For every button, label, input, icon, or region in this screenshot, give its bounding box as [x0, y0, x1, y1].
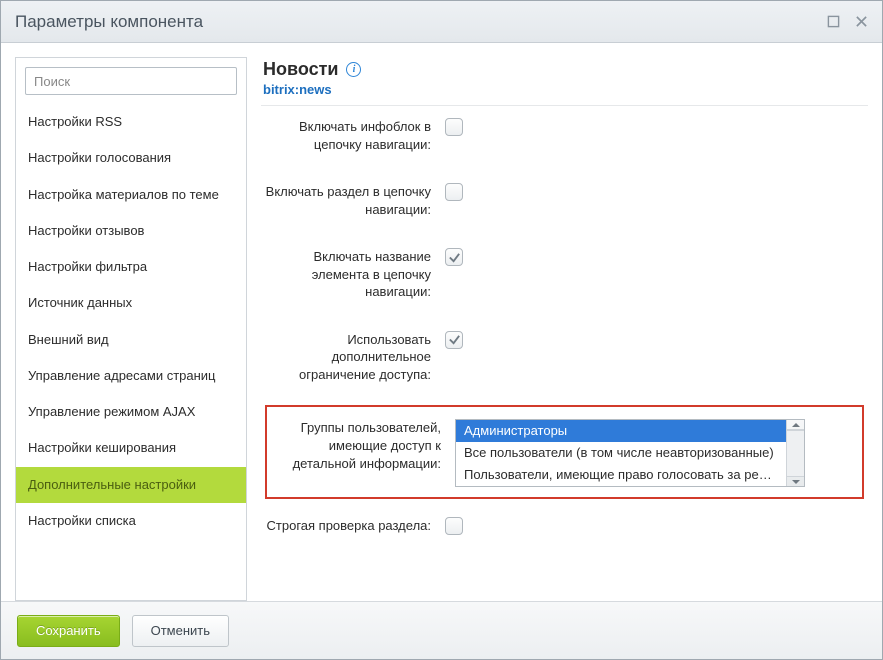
list-item[interactable]: Все пользователи (в том числе неавторизо…: [456, 442, 786, 464]
param-row-add-section: Включать раздел в цепочку навигации:: [265, 181, 864, 218]
groups-multiselect[interactable]: Администраторы Все пользователи (в том ч…: [455, 419, 805, 487]
sidebar-item-filter[interactable]: Настройки фильтра: [16, 249, 246, 285]
groups-list[interactable]: Администраторы Все пользователи (в том ч…: [456, 420, 786, 486]
window-title: Параметры компонента: [15, 12, 203, 32]
checkbox-add-iblock[interactable]: [445, 118, 463, 136]
sidebar-item-ajax[interactable]: Управление режимом AJAX: [16, 394, 246, 430]
scroll-down-icon[interactable]: [787, 477, 804, 486]
param-control: Администраторы Все пользователи (в том ч…: [455, 417, 854, 487]
param-control: [445, 181, 864, 204]
scroll-track[interactable]: [787, 430, 804, 477]
sidebar-item-cache[interactable]: Настройки кеширования: [16, 430, 246, 466]
main-header: Новости i bitrix:news: [261, 57, 868, 105]
sidebar-item-additional[interactable]: Дополнительные настройки: [16, 467, 246, 503]
checkbox-add-section[interactable]: [445, 183, 463, 201]
page-heading: Новости i: [263, 59, 866, 80]
sidebar-item-related[interactable]: Настройка материалов по теме: [16, 177, 246, 213]
param-label: Использовать дополнительное ограничение …: [265, 329, 445, 384]
component-code: bitrix:news: [263, 82, 866, 97]
dialog-window: Параметры компонента Настройки RSS Настр…: [0, 0, 883, 660]
cancel-button[interactable]: Отменить: [132, 615, 229, 647]
sidebar: Настройки RSS Настройки голосования Наст…: [15, 57, 247, 601]
sidebar-item-appearance[interactable]: Внешний вид: [16, 322, 246, 358]
save-button[interactable]: Сохранить: [17, 615, 120, 647]
param-label: Включать название элемента в цепочку нав…: [265, 246, 445, 301]
page-heading-text: Новости: [263, 59, 338, 80]
sidebar-item-rss[interactable]: Настройки RSS: [16, 104, 246, 140]
sidebar-item-reviews[interactable]: Настройки отзывов: [16, 213, 246, 249]
scroll-up-icon[interactable]: [787, 420, 804, 430]
main: Новости i bitrix:news Включать инфоблок …: [261, 57, 868, 601]
sidebar-item-sef[interactable]: Управление адресами страниц: [16, 358, 246, 394]
search-input[interactable]: [25, 67, 237, 95]
list-item[interactable]: Пользователи, имеющие право голосовать з…: [456, 464, 786, 486]
info-icon[interactable]: i: [346, 62, 361, 77]
params-scroll[interactable]: Включать инфоблок в цепочку навигации: В…: [261, 105, 868, 601]
param-label: Включать инфоблок в цепочку навигации:: [265, 116, 445, 153]
sidebar-item-data-source[interactable]: Источник данных: [16, 285, 246, 321]
param-label: Включать раздел в цепочку навигации:: [265, 181, 445, 218]
list-item[interactable]: Администраторы: [456, 420, 786, 442]
param-label: Группы пользователей, имеющие доступ к д…: [275, 417, 455, 472]
param-control: [445, 116, 864, 139]
sidebar-item-voting[interactable]: Настройки голосования: [16, 140, 246, 176]
highlighted-param: Группы пользователей, имеющие доступ к д…: [265, 405, 864, 499]
search-wrap: [16, 58, 246, 104]
checkbox-extra-perm[interactable]: [445, 331, 463, 349]
groups-scrollbar[interactable]: [786, 420, 804, 486]
param-label: Строгая проверка раздела:: [265, 515, 445, 535]
param-row-extra-perm: Использовать дополнительное ограничение …: [265, 329, 864, 384]
checkbox-strict[interactable]: [445, 517, 463, 535]
maximize-icon[interactable]: [826, 15, 840, 29]
dialog-footer: Сохранить Отменить: [1, 601, 882, 659]
param-row-add-element: Включать название элемента в цепочку нав…: [265, 246, 864, 301]
param-row-add-iblock: Включать инфоблок в цепочку навигации:: [265, 116, 864, 153]
dialog-body: Настройки RSS Настройки голосования Наст…: [1, 43, 882, 601]
sidebar-item-list[interactable]: Настройки списка: [16, 503, 246, 539]
window-controls: [826, 15, 868, 29]
param-row-strict: Строгая проверка раздела:: [265, 515, 864, 538]
checkbox-add-element[interactable]: [445, 248, 463, 266]
param-control: [445, 246, 864, 267]
param-control: [445, 515, 864, 538]
close-icon[interactable]: [854, 15, 868, 29]
param-control: [445, 329, 864, 350]
param-row-groups: Группы пользователей, имеющие доступ к д…: [275, 417, 854, 487]
titlebar: Параметры компонента: [1, 1, 882, 43]
sidebar-nav[interactable]: Настройки RSS Настройки голосования Наст…: [16, 104, 246, 600]
